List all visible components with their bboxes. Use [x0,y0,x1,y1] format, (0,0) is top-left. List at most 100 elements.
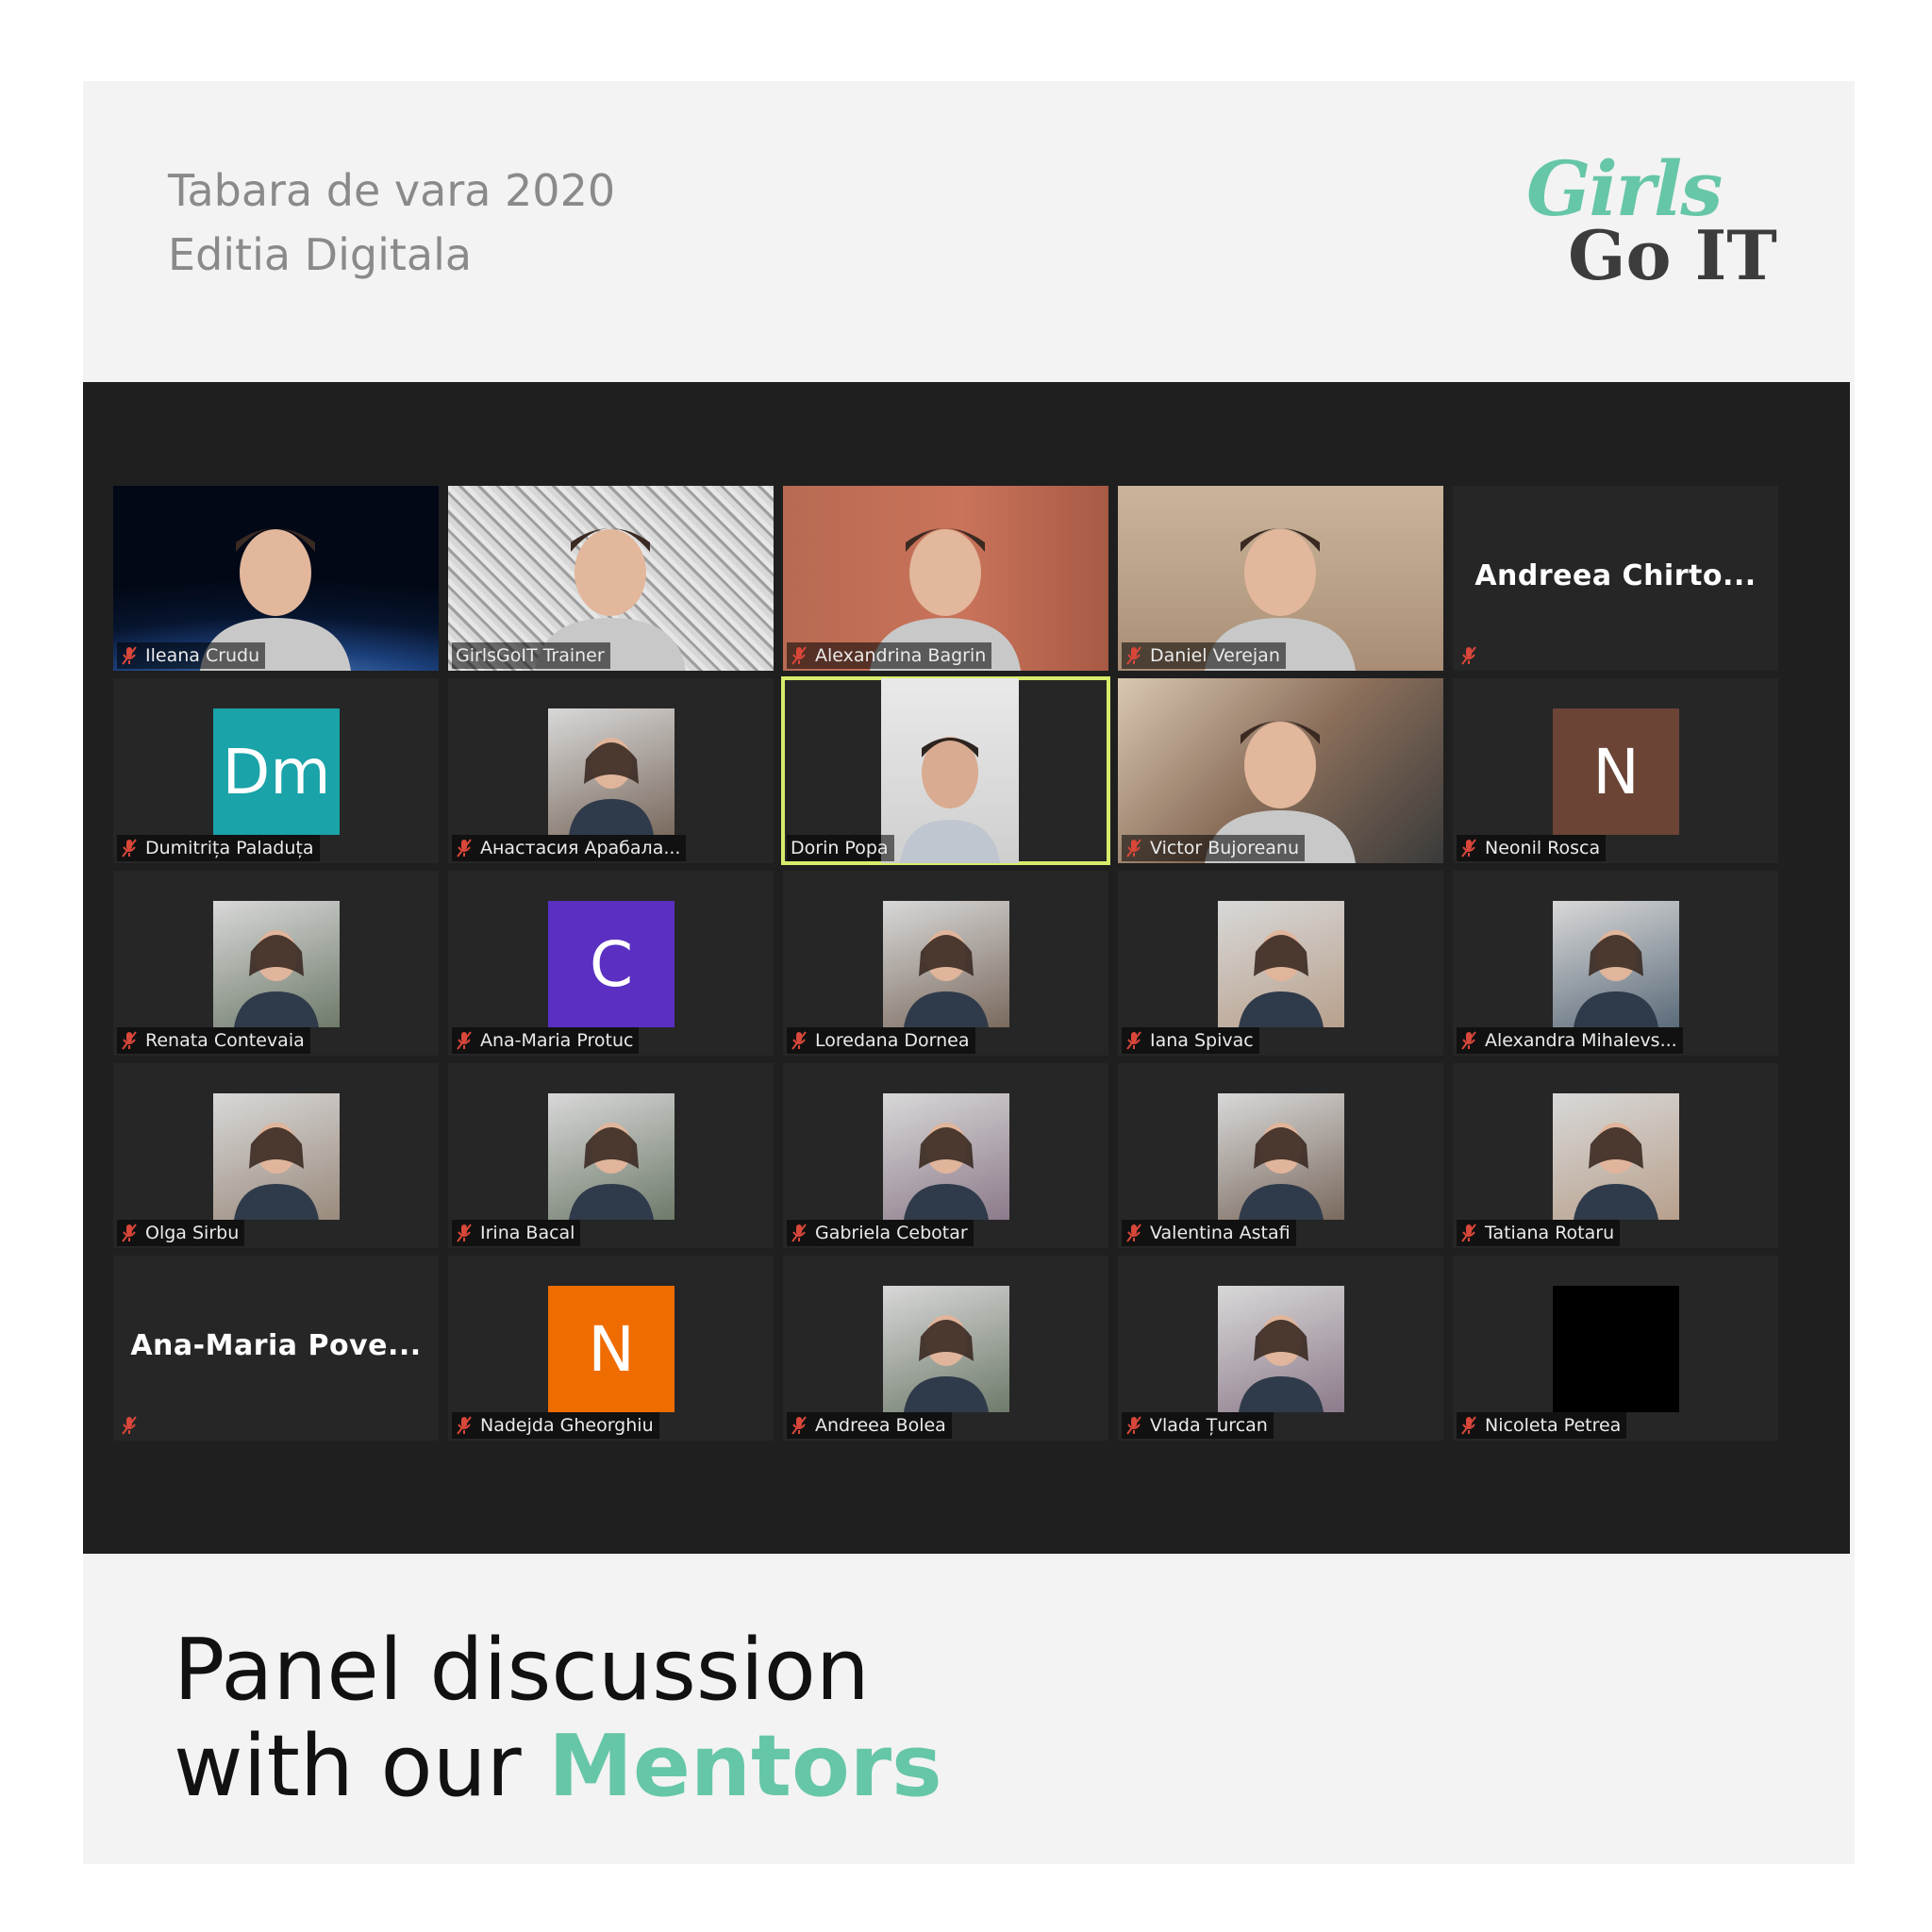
participant-profile-photo [548,708,675,835]
muted-mic-icon [122,1416,137,1435]
participant-name: Nicoleta Petrea [1485,1415,1622,1436]
muted-mic-icon [791,646,807,665]
muted-mic-icon [1461,1224,1476,1242]
participant-big-name: Andreea Chirto... [1474,559,1757,592]
participant-tile[interactable]: Dm Dumitrița Paladuța [113,678,439,863]
participant-tile[interactable]: Valentina Astafi [1118,1063,1443,1248]
participant-profile-photo [883,901,1009,1027]
participant-name: Irina Bacal [480,1223,575,1243]
participant-tile[interactable]: Tatiana Rotaru [1453,1063,1778,1248]
muted-mic-icon [791,1224,807,1242]
participant-tile[interactable]: Alexandra Mihalevs... [1453,871,1778,1056]
participant-avatar: N [548,1286,675,1412]
caption-line-1: Panel discussion [174,1621,870,1720]
participant-avatar: Dm [213,708,340,835]
participant-name: GirlsGoIT Trainer [456,645,605,666]
muted-mic-icon [457,1031,472,1050]
muted-mic-icon [122,839,137,858]
muted-mic-icon [1461,1031,1476,1050]
participant-name-label: Loredana Dornea [787,1027,975,1054]
muted-mic-icon [791,1031,807,1050]
muted-mic-icon [457,839,472,858]
header-line-2: Editia Digitala [168,229,473,280]
participant-tile[interactable]: N Neonil Rosca [1453,678,1778,863]
participant-name: Gabriela Cebotar [815,1223,968,1243]
participant-tile[interactable]: Vlada Țurcan [1118,1256,1443,1441]
participant-profile-photo [883,1093,1009,1220]
participant-name-label: Vlada Țurcan [1122,1412,1274,1439]
participant-tile[interactable]: Daniel Verejan [1118,486,1443,671]
muted-mic-icon [1126,646,1141,665]
participant-profile-photo [213,901,340,1027]
participant-name-label: Renata Contevaia [117,1027,310,1054]
participant-tile[interactable]: Dorin Popa [781,676,1110,865]
participant-tile[interactable]: Ileana Crudu [113,486,439,671]
participant-name: Dorin Popa [791,838,889,858]
participant-big-name: Ana-Maria Pove... [130,1329,422,1362]
muted-mic-icon [1126,839,1141,858]
participant-profile-photo [1218,1286,1344,1412]
participant-tile[interactable]: Olga Sirbu [113,1063,439,1248]
participant-name: Dumitrița Paladuța [145,838,314,858]
participant-name-label: Alexandrina Bagrin [787,642,992,669]
caption: Panel discussion with our Mentors [174,1623,942,1815]
participant-name: Olga Sirbu [145,1223,240,1243]
muted-mic-icon [1126,1031,1141,1050]
muted-mic-icon [1461,839,1476,858]
participant-tile[interactable]: Andreea Chirto... [1453,486,1778,671]
participant-tile[interactable]: Irina Bacal [448,1063,774,1248]
participant-profile-photo [1553,1286,1679,1412]
participant-tile[interactable]: Gabriela Cebotar [783,1063,1108,1248]
participant-name-label: Victor Bujoreanu [1122,835,1306,861]
participant-gallery: Ileana Crudu GirlsGoIT Trainer Alexandrina… [113,486,1781,1441]
participant-name: Tatiana Rotaru [1485,1223,1615,1243]
participant-tile[interactable]: Loredana Dornea [783,871,1108,1056]
participant-name: Loredana Dornea [815,1030,970,1051]
participant-tile[interactable]: C Ana-Maria Protuc [448,871,774,1056]
participant-name-label: Dumitrița Paladuța [117,835,320,861]
muted-mic-icon [1461,1416,1476,1435]
participant-profile-photo [213,1093,340,1220]
participant-tile[interactable]: N Nadejda Gheorghiu [448,1256,774,1441]
participant-tile[interactable]: Victor Bujoreanu [1118,678,1443,863]
girls-go-it-logo: Girls Go IT [1519,142,1792,295]
participant-name-label: Tatiana Rotaru [1457,1220,1621,1246]
muted-mic-icon [791,1416,807,1435]
participant-tile[interactable]: Nicoleta Petrea [1453,1256,1778,1441]
participant-name-label: Iana Spivac [1122,1027,1259,1054]
participant-avatar: N [1553,708,1679,835]
participant-name: Valentina Astafi [1150,1223,1291,1243]
muted-mic-icon [122,646,137,665]
participant-tile[interactable]: Andreea Bolea [783,1256,1108,1441]
participant-name: Анастасия Арабала... [480,838,681,858]
participant-tile[interactable]: Ana-Maria Pove... [113,1256,439,1441]
participant-name-label: Nadejda Gheorghiu [452,1412,659,1439]
muted-mic-icon [1126,1416,1141,1435]
muted-mic-icon [122,1031,137,1050]
muted-mic-icon [457,1224,472,1242]
participant-name-label: Ana-Maria Protuc [452,1027,640,1054]
participant-name-label: Andreea Bolea [787,1412,952,1439]
logo-go-it-text: Go IT [1568,215,1777,295]
participant-name: Ileana Crudu [145,645,260,666]
header-line-1: Tabara de vara 2020 [168,165,616,216]
participant-profile-photo [1218,901,1344,1027]
participant-profile-photo [1553,901,1679,1027]
participant-tile[interactable]: Alexandrina Bagrin [783,486,1108,671]
participant-name: Vlada Țurcan [1150,1415,1268,1436]
participant-name-label: Olga Sirbu [117,1220,245,1246]
caption-accent: Mentors [548,1717,942,1816]
participant-tile[interactable]: GirlsGoIT Trainer [448,486,774,671]
participant-tile[interactable]: Iana Spivac [1118,871,1443,1056]
muted-mic-icon [1461,646,1476,665]
participant-name-label: Neonil Rosca [1457,835,1607,861]
participant-name-label: Alexandra Mihalevs... [1457,1027,1683,1054]
participant-profile-photo [548,1093,675,1220]
participant-name: Iana Spivac [1150,1030,1254,1051]
participant-profile-photo [883,1286,1009,1412]
participant-name: Andreea Bolea [815,1415,946,1436]
participant-tile[interactable]: Renata Contevaia [113,871,439,1056]
muted-mic-icon [1126,1224,1141,1242]
participant-tile[interactable]: Анастасия Арабала... [448,678,774,863]
participant-name-label: Daniel Verejan [1122,642,1286,669]
